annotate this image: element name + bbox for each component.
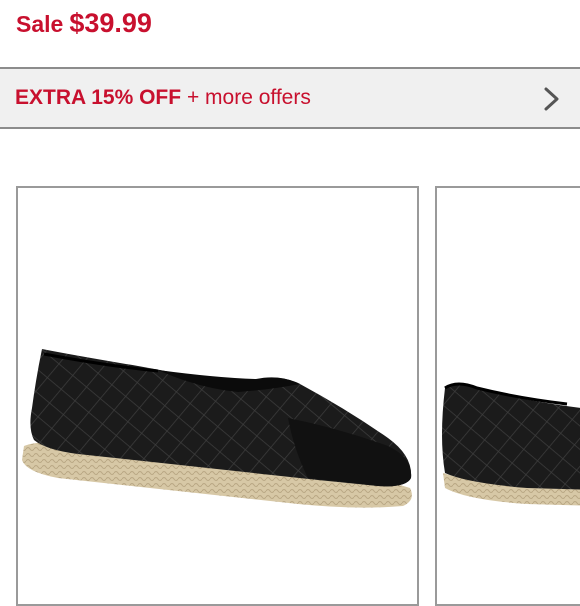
sale-label: Sale	[16, 11, 64, 37]
product-image-card[interactable]	[16, 186, 419, 606]
shoe-image-alt	[442, 382, 580, 506]
sale-price: Sale $39.99	[16, 8, 152, 48]
extra-offers-banner[interactable]: EXTRA 15% OFF + more offers	[0, 67, 580, 129]
offers-text: EXTRA 15% OFF + more offers	[15, 86, 311, 110]
offers-highlight: EXTRA 15% OFF	[15, 86, 182, 109]
offers-more: + more offers	[186, 86, 311, 109]
product-image-card-next[interactable]	[435, 186, 580, 606]
shoe-image	[22, 349, 412, 508]
sale-price-value: $39.99	[69, 8, 152, 38]
chevron-right-icon[interactable]	[542, 86, 562, 112]
